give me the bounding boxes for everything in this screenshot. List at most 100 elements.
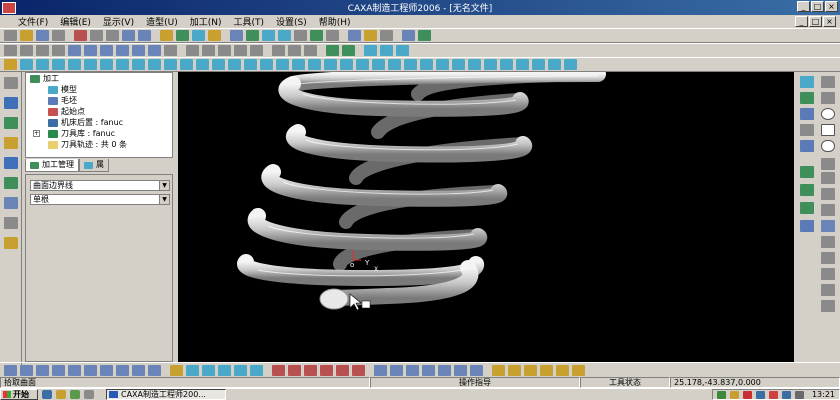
surface-icon[interactable] (326, 45, 339, 56)
delete-tool-icon[interactable] (821, 300, 835, 312)
scale-icon[interactable] (452, 59, 465, 70)
extend-icon[interactable] (234, 45, 247, 56)
chevron-down-icon[interactable]: ▼ (159, 181, 169, 190)
light-icon[interactable] (160, 30, 173, 41)
paste-icon[interactable] (106, 30, 119, 41)
transform-icon[interactable] (404, 59, 417, 70)
draw-icon[interactable] (4, 97, 18, 109)
curve-smooth-icon[interactable] (352, 364, 365, 376)
layer-icon[interactable] (176, 30, 189, 41)
tree-root[interactable]: 加工 (26, 73, 172, 84)
doc-close-button[interactable]: × (823, 16, 836, 27)
polyline-tool-icon[interactable] (821, 172, 835, 184)
refresh-icon[interactable] (326, 30, 339, 41)
kingsoft-icon[interactable] (768, 390, 778, 399)
view-front-icon[interactable] (402, 30, 415, 41)
dimension-icon[interactable] (304, 45, 317, 56)
select-arrow-icon[interactable] (4, 77, 18, 89)
solid-revolve-icon[interactable] (508, 364, 521, 376)
pencil-clean-icon[interactable] (244, 59, 257, 70)
solid-sweep-icon[interactable] (524, 364, 537, 376)
feature-icon[interactable] (364, 45, 377, 56)
open-file-icon[interactable] (20, 30, 33, 41)
circle-icon[interactable] (100, 45, 113, 56)
sketch-mode-icon[interactable] (4, 117, 18, 129)
tree-item-toolpaths[interactable]: 刀具轨迹 : 共 0 条 (26, 139, 172, 150)
sketch-icon[interactable] (52, 45, 65, 56)
generate-icon[interactable] (564, 59, 577, 70)
trajectory-edit-icon[interactable] (324, 59, 337, 70)
corner-clean-icon[interactable] (228, 59, 241, 70)
messenger-icon[interactable] (781, 390, 791, 399)
network-icon[interactable] (716, 390, 726, 399)
shaded-icon[interactable] (364, 30, 377, 41)
zoom-window-icon[interactable] (246, 30, 259, 41)
volume-icon[interactable] (729, 390, 739, 399)
doc-minimize-button[interactable]: _ (795, 16, 808, 27)
ruled-surface-icon[interactable] (234, 364, 247, 376)
ellipse-icon[interactable] (132, 45, 145, 56)
four-axis-icon[interactable] (292, 59, 305, 70)
mirror-bottom-icon[interactable] (422, 364, 435, 376)
fillet-tool-icon[interactable] (821, 220, 835, 232)
zoom-out-icon[interactable] (278, 30, 291, 41)
view-custom-icon[interactable] (116, 364, 129, 376)
view-back-icon[interactable] (84, 364, 97, 376)
machining-mode-icon[interactable] (4, 177, 18, 189)
hidden-line-icon[interactable] (380, 30, 393, 41)
line-icon[interactable] (68, 45, 81, 56)
post-process-icon[interactable] (356, 59, 369, 70)
view-top-icon[interactable] (4, 364, 17, 376)
layer-manager-icon[interactable] (800, 108, 814, 120)
boundary-type-select[interactable]: 曲面边界线 ▼ (30, 180, 170, 191)
plane-xz-icon[interactable] (36, 45, 49, 56)
link-icon[interactable] (516, 59, 529, 70)
rotate-icon[interactable] (310, 30, 323, 41)
solid-rib-icon[interactable] (572, 364, 585, 376)
menu-tools[interactable]: 工具(T) (228, 15, 271, 28)
filter-icon[interactable] (192, 30, 205, 41)
chevron-down-icon[interactable]: ▼ (159, 195, 169, 204)
scale-bottom-icon[interactable] (454, 364, 467, 376)
tab-machining-manager[interactable]: 加工管理 (25, 159, 79, 172)
text-icon[interactable] (272, 45, 285, 56)
spline-tool-icon[interactable] (821, 158, 835, 170)
tree-item-blank[interactable]: 毛坯 (26, 95, 172, 106)
gcode-icon[interactable] (372, 59, 385, 70)
region-rough-icon[interactable] (20, 59, 33, 70)
view-axon-icon[interactable] (100, 364, 113, 376)
array-icon[interactable] (420, 59, 433, 70)
close-button[interactable]: × (825, 1, 838, 12)
view-left-icon[interactable] (36, 364, 49, 376)
parallel-finish-icon[interactable] (116, 59, 129, 70)
stretch-tool-icon[interactable] (821, 284, 835, 296)
input-method-icon[interactable] (755, 390, 765, 399)
attribute-icon[interactable] (800, 124, 814, 136)
plane-yz-icon[interactable] (20, 45, 33, 56)
rotate-tool-icon[interactable] (468, 59, 481, 70)
hatch-icon[interactable] (288, 45, 301, 56)
start-button[interactable]: 开始 (0, 389, 38, 400)
hatch-tool-icon[interactable] (821, 252, 835, 264)
report-icon[interactable] (388, 59, 401, 70)
sweep-icon[interactable] (342, 45, 355, 56)
info-icon[interactable] (800, 92, 814, 104)
waterline-rough-icon[interactable] (52, 59, 65, 70)
drill-icon[interactable] (276, 59, 289, 70)
taskbar-caxa-window[interactable]: CAXA制造工程师200... (106, 389, 226, 400)
polygon-icon[interactable] (186, 45, 199, 56)
offset-tool-icon[interactable] (821, 188, 835, 200)
menu-view[interactable]: 显示(V) (97, 15, 140, 28)
media-icon[interactable] (84, 390, 94, 399)
doc-restore-button[interactable]: □ (809, 16, 822, 27)
mesh-icon[interactable] (202, 364, 215, 376)
array-tool-icon[interactable] (800, 202, 814, 214)
curve-break-icon[interactable] (336, 364, 349, 376)
section-icon[interactable] (186, 364, 199, 376)
expand-icon[interactable]: + (33, 130, 40, 137)
projection-finish-icon[interactable] (164, 59, 177, 70)
view-iso-icon[interactable] (418, 30, 431, 41)
minimize-button[interactable]: _ (797, 1, 810, 12)
feature-mode-icon[interactable] (4, 157, 18, 169)
pick-mode-select[interactable]: 单根 ▼ (30, 194, 170, 205)
